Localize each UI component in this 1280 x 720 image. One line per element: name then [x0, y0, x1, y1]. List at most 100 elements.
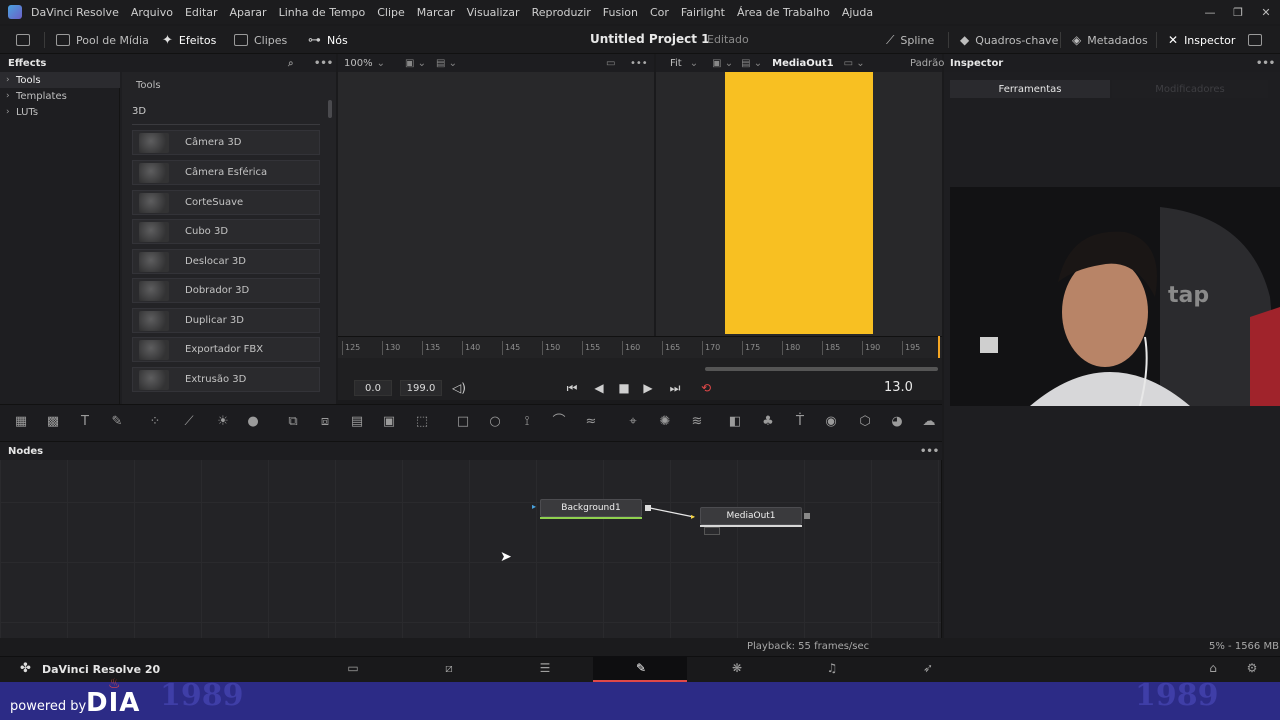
node-output-port[interactable] [645, 505, 651, 511]
fx-cubo-3d[interactable]: Cubo 3D [132, 219, 320, 244]
more-options-icon[interactable]: ••• [1256, 58, 1275, 69]
inspector-button[interactable]: ✕ Inspector [1168, 26, 1235, 54]
home-icon[interactable]: ⌂ [1203, 661, 1223, 677]
menu-cor[interactable]: Cor [650, 6, 669, 19]
background-tool-icon[interactable]: ▦ [12, 414, 30, 430]
text-tool-icon[interactable]: T [76, 414, 94, 430]
tree-item-templates[interactable]: › Templates [0, 88, 120, 104]
renderer3d-tool-icon[interactable]: ⬡ [856, 414, 874, 430]
menu-editar[interactable]: Editar [185, 6, 218, 19]
fx-duplicar-3d[interactable]: Duplicar 3D [132, 308, 320, 333]
transform-tool-icon[interactable]: ⬚ [413, 414, 431, 430]
text3d-tool-icon[interactable]: Ṫ [791, 414, 809, 430]
brightness-tool-icon[interactable]: ☀ [214, 414, 232, 430]
edit-page-icon[interactable]: ☰ [535, 661, 555, 677]
fx-deslocar-3d[interactable]: Deslocar 3D [132, 249, 320, 274]
end-time-field[interactable]: 199.0 [400, 380, 442, 396]
node-input-icon[interactable]: ▸ [691, 512, 695, 521]
media-pool-button[interactable]: Pool de Mídia [56, 26, 149, 54]
merge-tool-icon[interactable]: ⧉ [284, 414, 302, 430]
effects-scrollbar[interactable] [328, 100, 332, 118]
more-options-icon[interactable]: ••• [630, 58, 648, 69]
fx-camera-3d[interactable]: Câmera 3D [132, 130, 320, 155]
fx-exportador-fbx[interactable]: Exportador FBX [132, 337, 320, 362]
more-tools-icon[interactable]: ☁ [920, 414, 938, 430]
search-icon[interactable]: ⌕ [288, 58, 294, 69]
menu-arquivo[interactable]: Arquivo [131, 6, 173, 19]
particles-tool-icon[interactable]: ⁘ [146, 414, 164, 430]
current-time[interactable]: 13.0 [884, 380, 913, 395]
paint-tool-icon[interactable]: ✎ [108, 414, 126, 430]
close-icon[interactable]: ✕ [1252, 0, 1280, 24]
menu-aparar[interactable]: Aparar [230, 6, 267, 19]
menu-fairlight[interactable]: Fairlight [681, 6, 725, 19]
camera3d-tool-icon[interactable]: ◕ [888, 414, 906, 430]
viewer-left[interactable] [338, 72, 654, 336]
tab-ferramentas[interactable]: Ferramentas [950, 80, 1110, 98]
tracker-tool-icon[interactable]: ⌖ [624, 414, 642, 430]
ellipse-mask-icon[interactable]: ○ [486, 414, 504, 430]
paint-mask-icon[interactable]: ≈ [582, 414, 600, 430]
image-tool-icon[interactable]: ▩ [44, 414, 62, 430]
node-mediaout1[interactable]: MediaOut1 [700, 507, 802, 525]
cut-page-icon[interactable]: ⧄ [439, 661, 459, 677]
menu-fusion[interactable]: Fusion [603, 6, 638, 19]
resize-tool-icon[interactable]: ▣ [380, 414, 398, 430]
gear-icon[interactable]: ⚙ [1242, 661, 1262, 677]
time-ruler[interactable]: 125 130 135 140 145 150 155 160 165 170 175 180 185 1… [338, 336, 942, 358]
metadata-button[interactable]: ◈ Metadados [1072, 26, 1148, 54]
merge3d-tool-icon[interactable]: ♣ [759, 414, 777, 430]
rectangle-mask-icon[interactable]: □ [454, 414, 472, 430]
fusion-page-icon[interactable]: ✎ [631, 661, 651, 677]
tree-item-tools[interactable]: › Tools [0, 72, 120, 88]
layout-icon[interactable]: ▤ ⌄ [436, 58, 457, 69]
menu-marcar[interactable]: Marcar [417, 6, 455, 19]
gradient-tool-icon[interactable]: ⟋ [180, 414, 198, 430]
loop-icon[interactable]: ⟲ [697, 381, 715, 395]
effects-button[interactable]: ✦ Efeitos [162, 26, 216, 54]
fit-select[interactable]: Fit [670, 58, 682, 69]
menu-ajuda[interactable]: Ajuda [842, 6, 873, 19]
particle-emitter-icon[interactable]: ✺ [656, 414, 674, 430]
view-option-icon[interactable]: ▣ ⌄ [405, 58, 426, 69]
particle-render-icon[interactable]: ≋ [688, 414, 706, 430]
minimize-icon[interactable]: — [1196, 0, 1224, 24]
skip-start-icon[interactable]: ⏮ [563, 381, 581, 396]
more-options-icon[interactable]: ••• [314, 58, 333, 69]
view-option-icon[interactable]: ▣ ⌄ [712, 58, 733, 69]
color-page-icon[interactable]: ❋ [727, 661, 747, 677]
menu-visualizar[interactable]: Visualizar [467, 6, 520, 19]
stop-icon[interactable]: ■ [615, 381, 633, 395]
play-reverse-icon[interactable]: ◀ [590, 381, 608, 395]
node-input-icon[interactable]: ▸ [532, 502, 536, 511]
fx-cortesuave[interactable]: CorteSuave [132, 190, 320, 215]
tab-modificadores[interactable]: Modificadores [1112, 80, 1268, 98]
clips-button[interactable]: Clipes [234, 26, 287, 54]
fx-camera-esferica[interactable]: Câmera Esférica [132, 160, 320, 185]
nodes-button[interactable]: ⊶ Nós [308, 26, 348, 54]
menu-area-de-trabalho[interactable]: Área de Trabalho [737, 6, 830, 19]
menu-reproduzir[interactable]: Reproduzir [532, 6, 591, 19]
layout-icon[interactable]: ▤ ⌄ [741, 58, 762, 69]
polygon-mask-icon[interactable]: ⟟ [518, 414, 536, 430]
start-time-field[interactable]: 0.0 [354, 380, 392, 396]
chevron-down-icon[interactable]: ⌄ [377, 58, 385, 69]
timeline-scrollbar[interactable] [705, 367, 938, 371]
deliver-page-icon[interactable]: ➶ [918, 661, 938, 677]
tree-item-luts[interactable]: › LUTs [0, 104, 120, 120]
menu-clipe[interactable]: Clipe [377, 6, 405, 19]
fx-dobrador-3d[interactable]: Dobrador 3D [132, 278, 320, 303]
fx-extrusao-3d[interactable]: Extrusão 3D [132, 367, 320, 392]
channel-tool-icon[interactable]: ⧈ [316, 414, 334, 430]
keyframes-button[interactable]: ◆ Quadros-chave [960, 26, 1058, 54]
color-tool-icon[interactable]: ● [244, 414, 262, 430]
play-icon[interactable]: ▶ [639, 381, 657, 395]
light-tool-icon[interactable]: ◉ [822, 414, 840, 430]
chevron-down-icon[interactable]: ⌄ [690, 58, 698, 69]
spline-button[interactable]: ⟋ Spline [886, 26, 934, 54]
volume-icon[interactable]: ◁) [450, 381, 468, 395]
monitor-icon[interactable]: ▭ ⌄ [844, 58, 865, 69]
media-page-icon[interactable]: ▭ [343, 661, 363, 677]
matte-tool-icon[interactable]: ▤ [348, 414, 366, 430]
mode-label[interactable]: Padrão [910, 58, 944, 69]
